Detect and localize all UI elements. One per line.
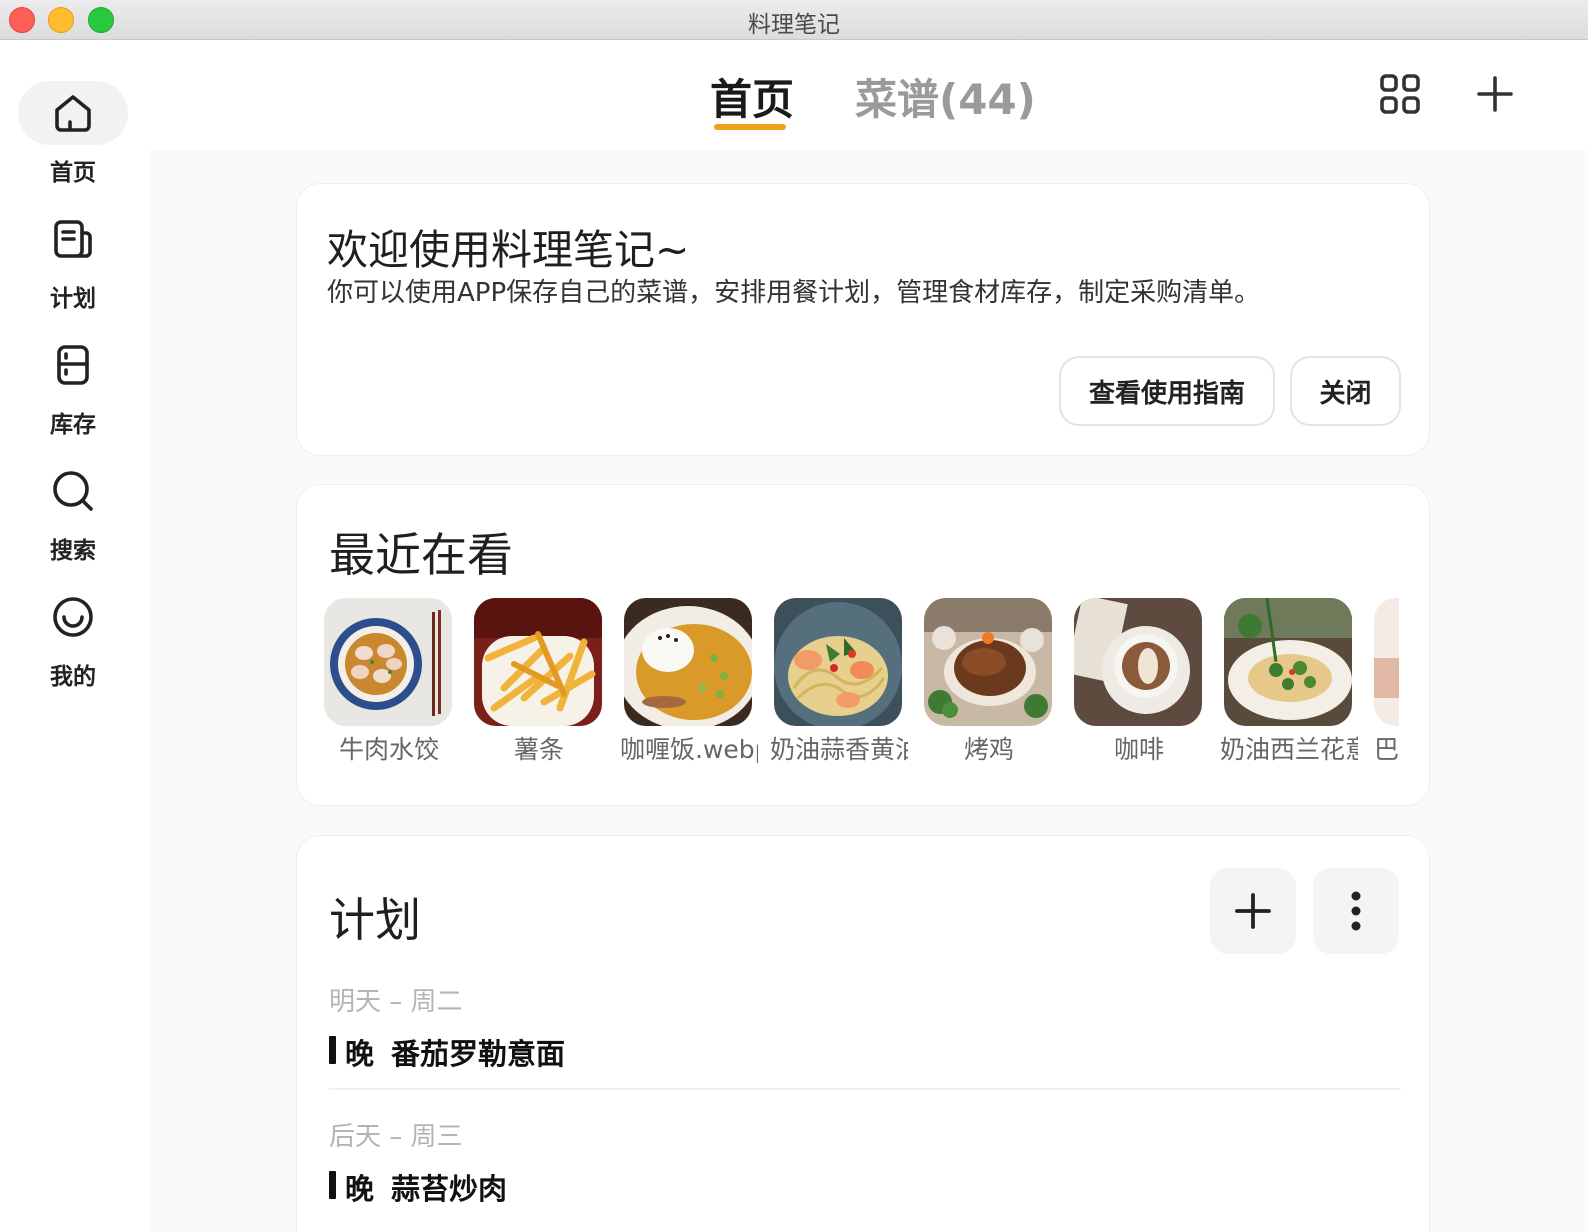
plan-card: 计划 明天 – 周二 晚 番茄罗勒意面 后天 – 周三 晚 蒜苔炒肉	[296, 835, 1430, 1232]
recent-item[interactable]: 咖啡	[1074, 598, 1202, 768]
recent-list: 牛肉水饺 薯条 咖喱饭.webp 奶油蒜香黄油 烤鸡 咖啡 奶油西兰花意 巴	[324, 598, 1399, 768]
home-icon	[55, 95, 91, 132]
meal-indicator	[329, 1036, 336, 1064]
recent-item-label: 奶油西兰花意面	[1220, 735, 1358, 764]
sidebar-item-plan[interactable]: 计划	[0, 207, 146, 325]
welcome-description: 你可以使用APP保存自己的菜谱，安排用餐计划，管理食材库存，制定采购清单。	[327, 278, 1261, 308]
search-icon	[53, 471, 93, 511]
recent-item-label: 牛肉水饺	[338, 735, 439, 764]
add-icon[interactable]	[1473, 72, 1517, 116]
sidebar-item-label: 首页	[50, 160, 96, 186]
recent-card: 最近在看 牛肉水饺 薯条 咖喱饭.webp 奶油蒜香黄油 烤鸡 咖啡 奶油西兰花…	[296, 484, 1430, 806]
recent-item[interactable]: 咖喱饭.webp	[620, 598, 758, 768]
sidebar-item-label: 计划	[50, 286, 96, 312]
window-title: 料理笔记	[748, 12, 840, 38]
recent-item[interactable]: 巴	[1374, 598, 1399, 768]
meal-name: 番茄罗勒意面	[391, 1037, 566, 1071]
plan-divider	[329, 1088, 1401, 1090]
coffee-thumbnail	[1074, 598, 1202, 726]
sidebar-item-search[interactable]: 搜索	[0, 459, 146, 577]
fries-thumbnail	[474, 598, 602, 726]
recent-item[interactable]: 烤鸡	[924, 598, 1052, 768]
close-welcome-button[interactable]: 关闭	[1290, 356, 1401, 426]
meal-time: 晚	[345, 1037, 375, 1071]
plan-section-title: 计划	[329, 893, 421, 947]
sidebar-item-inventory[interactable]: 库存	[0, 333, 146, 451]
recent-section-title: 最近在看	[329, 528, 513, 582]
recent-item-label: 咖啡	[1113, 735, 1164, 764]
tab-home[interactable]: 首页	[710, 66, 794, 127]
recent-item[interactable]: 薯条	[474, 598, 602, 768]
plus-icon	[1235, 893, 1271, 929]
recent-item-label: 薯条	[513, 735, 564, 764]
top-tab-bar: 首页 菜谱(44)	[150, 40, 1588, 150]
recent-item[interactable]: 奶油西兰花意面	[1220, 598, 1358, 768]
recent-item[interactable]: 牛肉水饺	[324, 598, 452, 768]
window-titlebar: 料理笔记	[0, 0, 1588, 40]
welcome-card: 欢迎使用料理笔记~ 你可以使用APP保存自己的菜谱，安排用餐计划，管理食材库存，…	[296, 183, 1430, 456]
recent-item-label: 奶油蒜香黄油虾意面	[770, 735, 908, 764]
dumplings-thumbnail	[324, 598, 452, 726]
smile-icon	[53, 597, 93, 637]
sidebar-item-me[interactable]: 我的	[0, 585, 146, 703]
grid-icon[interactable]	[1378, 72, 1422, 116]
sidebar: 首页 计划 库存 搜索 我的	[0, 40, 150, 1232]
broccoli-pasta-thumbnail	[1224, 598, 1352, 726]
more-vertical-icon	[1351, 891, 1361, 931]
partial-thumbnail	[1374, 598, 1399, 726]
recent-item-label: 巴	[1374, 735, 1399, 764]
plan-more-button[interactable]	[1313, 868, 1399, 954]
roast-chicken-thumbnail	[924, 598, 1052, 726]
welcome-title: 欢迎使用料理笔记~	[327, 226, 690, 274]
sidebar-item-label: 搜索	[50, 538, 96, 564]
meal-indicator	[329, 1171, 336, 1199]
meal-name: 蒜苔炒肉	[391, 1172, 508, 1206]
view-guide-button[interactable]: 查看使用指南	[1059, 356, 1275, 426]
curry-rice-thumbnail	[624, 598, 752, 726]
plan-icon	[54, 220, 92, 258]
fridge-icon	[57, 345, 89, 385]
meal-time: 晚	[345, 1172, 375, 1206]
active-tab-indicator	[714, 124, 786, 130]
recent-item[interactable]: 奶油蒜香黄油虾意面	[770, 598, 908, 768]
shrimp-pasta-thumbnail	[774, 598, 902, 726]
sidebar-item-home[interactable]: 首页	[0, 81, 146, 199]
add-plan-button[interactable]	[1210, 868, 1296, 954]
plan-day-header: 后天 – 周三	[329, 1122, 463, 1152]
sidebar-item-label: 我的	[50, 664, 96, 690]
tab-recipes[interactable]: 菜谱(44)	[855, 66, 1036, 127]
recent-item-label: 咖喱饭.webp	[620, 735, 758, 764]
sidebar-item-label: 库存	[50, 412, 96, 438]
recent-item-label: 烤鸡	[963, 735, 1014, 764]
plan-day-header: 明天 – 周二	[329, 987, 463, 1017]
